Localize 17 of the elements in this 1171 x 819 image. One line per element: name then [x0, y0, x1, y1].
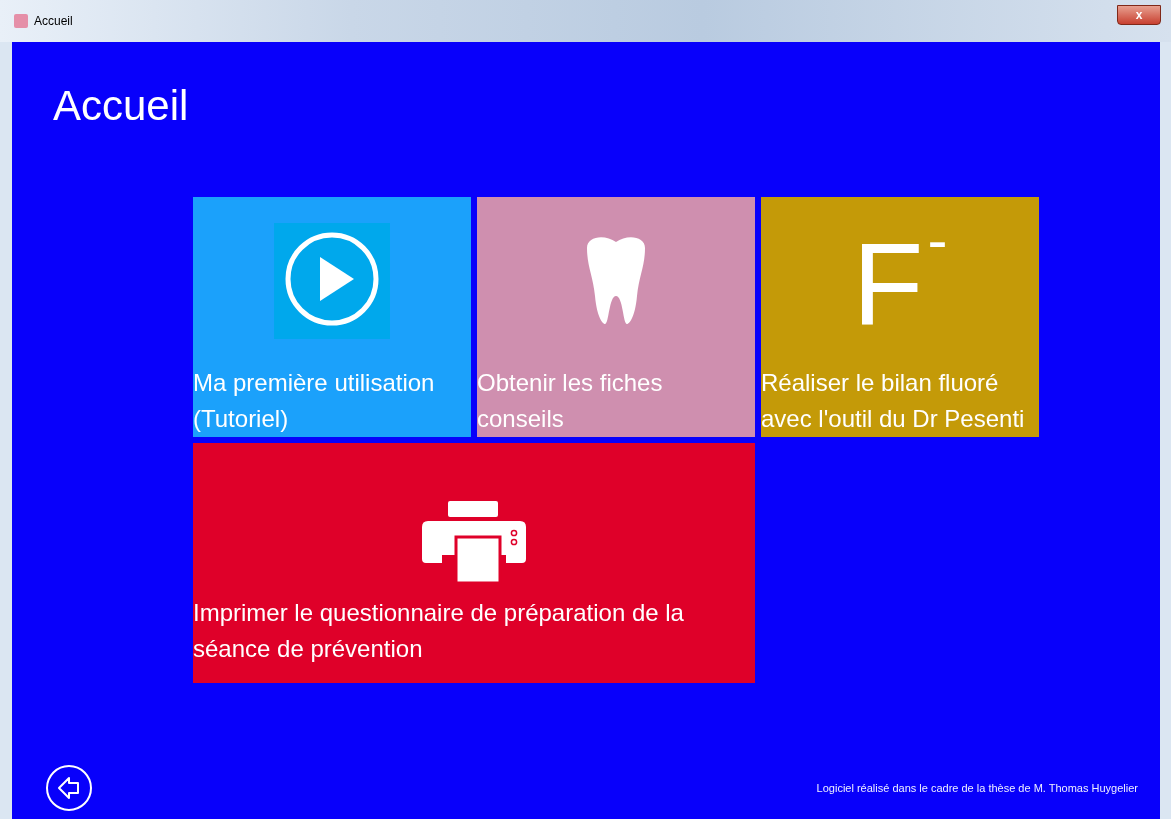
menu-tile[interactable]: F$^{-}$ Réaliser le bilan fluoré avec l'outil du Dr Pesenti	[761, 197, 1039, 437]
fluoride-symbol: F$^{-}$	[852, 220, 948, 350]
page-title: Accueil	[53, 81, 190, 131]
printer-icon	[422, 501, 526, 583]
tile-label: Imprimer le questionnaire de préparation de la séance de prévention	[193, 598, 685, 664]
menu-tile[interactable]: Ma première utilisation (Tutoriel)	[193, 197, 471, 437]
back-icon[interactable]	[45, 764, 93, 812]
menu-tile[interactable]: Obtenir les fiches conseils	[477, 197, 755, 437]
menu-tile[interactable]: Imprimer le questionnaire de préparation de la séance de prévention	[193, 443, 755, 683]
app-icon	[14, 14, 28, 28]
tile-label: Réaliser le bilan fluoré avec l'outil du Dr Pesenti	[761, 368, 1026, 434]
play-icon	[274, 223, 390, 339]
credit-text: Logiciel réalisé dans le cadre de la thèse de M. Thomas Huygelier	[816, 782, 1138, 794]
tile-label: Obtenir les fiches conseils	[477, 368, 664, 434]
tile-label: Ma première utilisation (Tutoriel)	[193, 368, 436, 434]
window-title: Accueil	[34, 14, 74, 28]
close-button[interactable]: x	[1117, 5, 1161, 25]
